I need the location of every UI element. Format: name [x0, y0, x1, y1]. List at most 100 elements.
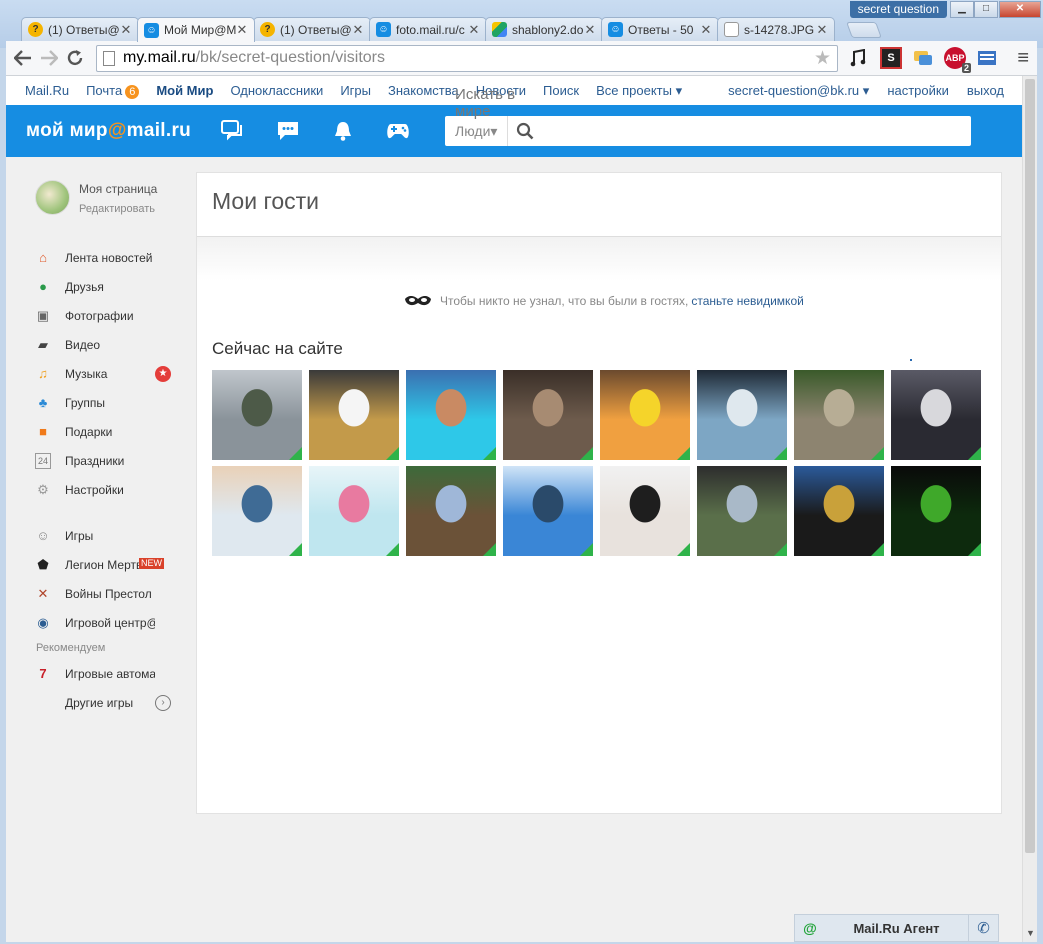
tab-close-icon[interactable]: ✕ — [468, 22, 480, 38]
visitor-photo[interactable] — [891, 370, 981, 460]
browser-tab[interactable]: ☺ Ответы - 50 ✕ — [601, 17, 719, 41]
scrollbar-thumb[interactable] — [1025, 79, 1035, 853]
portal-link-all-projects[interactable]: Все проекты ▾ — [596, 83, 682, 99]
visitor-photo[interactable] — [697, 466, 787, 556]
moimir-logo[interactable]: мой мир@mail.ru — [26, 120, 191, 142]
visitor-photo[interactable] — [309, 466, 399, 556]
sidebar-item-settings[interactable]: ⚙ Настройки — [35, 475, 185, 504]
browser-tab-active[interactable]: ☺ Мой Мир@M ✕ — [137, 17, 255, 42]
back-button[interactable] — [10, 45, 36, 71]
portal-link-dating[interactable]: Знакомства — [388, 83, 459, 98]
visitor-photo[interactable] — [891, 466, 981, 556]
visitor-photo[interactable] — [503, 370, 593, 460]
visitor-photo[interactable] — [309, 370, 399, 460]
visitor-photo[interactable] — [406, 466, 496, 556]
new-tab-button[interactable] — [846, 22, 882, 38]
tab-close-icon[interactable]: ✕ — [352, 22, 364, 38]
user-email-menu[interactable]: secret-question@bk.ru ▾ — [728, 83, 869, 99]
tab-close-icon[interactable]: ✕ — [236, 22, 248, 38]
visitor-photo[interactable] — [212, 370, 302, 460]
tab-close-icon[interactable]: ✕ — [816, 22, 828, 38]
sidebar-item-friends[interactable]: ● Друзья — [35, 272, 185, 301]
gamepad-icon[interactable] — [385, 118, 411, 144]
browser-menu-icon[interactable]: ≡ — [1017, 47, 1029, 70]
browser-tab[interactable]: s-14278.JPG ✕ — [717, 17, 835, 41]
chevron-right-icon: › — [155, 695, 171, 711]
browser-tab[interactable]: ? (1) Ответы@ ✕ — [21, 17, 139, 41]
reload-icon — [67, 50, 83, 66]
sidebar-item-gifts[interactable]: ■ Подарки — [35, 417, 185, 446]
visitor-photo[interactable] — [406, 370, 496, 460]
profile-button[interactable]: secret question — [849, 1, 947, 18]
portal-link-mailru[interactable]: Mail.Ru — [25, 83, 69, 98]
search-input[interactable]: Искать в мире — [455, 86, 545, 176]
sidebar-item-music[interactable]: ♫ Музыка ★ — [35, 359, 185, 388]
browser-tab[interactable]: shablony2.do ✕ — [485, 17, 603, 41]
sidebar-item-photos[interactable]: ▣ Фотографии — [35, 301, 185, 330]
visitor-photo[interactable] — [600, 466, 690, 556]
sidebar-item-video[interactable]: ▰ Видео — [35, 330, 185, 359]
reload-button[interactable] — [62, 45, 88, 71]
my-profile[interactable]: Моя страница Редактировать — [35, 180, 157, 215]
sidebar-item-game-center[interactable]: ◉ Игровой центр@ — [35, 608, 185, 637]
page-scrollbar[interactable]: ▼ — [1022, 76, 1037, 942]
sidebar-item-holidays[interactable]: 24 Праздники — [35, 446, 185, 475]
sidebar-item-legion[interactable]: ⬟ Легион Мертв NEW — [35, 550, 185, 579]
settings-link[interactable]: настройки — [887, 83, 949, 99]
s-extension-icon[interactable]: S — [880, 47, 902, 69]
notifications-bell-icon[interactable] — [330, 118, 356, 144]
search-box: Искать в мире Люди▾ — [445, 86, 972, 146]
minimize-button[interactable]: ▁ — [950, 1, 974, 18]
music-extension-icon[interactable] — [848, 47, 870, 69]
visitor-photo[interactable] — [794, 466, 884, 556]
phone-icon[interactable]: ✆ — [968, 915, 998, 941]
sidebar-item-slots[interactable]: 7 Игровые автома — [35, 659, 185, 688]
avatar[interactable] — [35, 180, 70, 215]
online-indicator-icon — [774, 543, 787, 556]
keyboard-extension-icon[interactable] — [976, 47, 998, 69]
moimir-icon: ☺ — [144, 22, 159, 38]
visitor-photo[interactable] — [503, 466, 593, 556]
invisibility-notice: Чтобы никто не узнал, что вы были в гост… — [403, 291, 804, 311]
online-indicator-icon — [871, 447, 884, 460]
logout-link[interactable]: выход — [967, 83, 1004, 99]
portal-link-moimir[interactable]: Мой Мир — [156, 83, 213, 98]
mailru-agent-bar[interactable]: @ Mail.Ru Агент ✆ — [794, 914, 999, 942]
visitors-card: Мои гости Чтобы никто не узнал, что вы б… — [196, 172, 1002, 814]
forward-button[interactable] — [36, 45, 62, 71]
slot-icon: 7 — [39, 666, 47, 681]
tab-close-icon[interactable]: ✕ — [700, 22, 712, 38]
portal-link-search[interactable]: Поиск — [543, 83, 579, 98]
portal-link-games[interactable]: Игры — [340, 83, 371, 98]
sidebar-item-other-games[interactable]: Другие игры › — [35, 688, 185, 717]
become-invisible-link[interactable]: станьте невидимкой — [691, 294, 803, 308]
adblock-icon[interactable]: ABP 2 — [944, 47, 971, 73]
portal-link-odnoklassniki[interactable]: Одноклассники — [230, 83, 323, 98]
browser-tab[interactable]: ☺ foto.mail.ru/c ✕ — [369, 17, 487, 41]
messages-icon[interactable] — [275, 118, 301, 144]
close-window-button[interactable]: ✕ — [999, 1, 1041, 18]
dialogs-icon[interactable] — [220, 118, 246, 144]
visitor-photo[interactable] — [600, 370, 690, 460]
translate-extension-icon[interactable] — [912, 47, 934, 69]
visitor-photo[interactable] — [212, 466, 302, 556]
visitor-photo[interactable] — [794, 370, 884, 460]
maximize-button[interactable]: □ — [974, 1, 998, 18]
sidebar-item-groups[interactable]: ♣ Группы — [35, 388, 185, 417]
sidebar-item-thrones[interactable]: ✕ Войны Престол — [35, 579, 185, 608]
tab-close-icon[interactable]: ✕ — [584, 22, 596, 38]
my-page-link[interactable]: Моя страница — [79, 182, 157, 196]
gift-icon: ■ — [39, 424, 47, 439]
visitor-photo[interactable] — [697, 370, 787, 460]
bookmark-star-icon[interactable]: ★ — [814, 47, 831, 70]
online-indicator-icon — [677, 447, 690, 460]
scroll-down-arrow-icon[interactable]: ▼ — [1026, 928, 1035, 938]
sidebar-item-games[interactable]: ☺ Игры — [35, 521, 185, 550]
mask-icon — [405, 295, 431, 306]
sidebar-item-feed[interactable]: ⌂ Лента новостей — [35, 243, 185, 272]
browser-tab[interactable]: ? (1) Ответы@ ✕ — [253, 17, 371, 41]
address-bar[interactable]: my.mail.ru/bk/secret-question/visitors ★ — [96, 44, 838, 72]
edit-profile-link[interactable]: Редактировать — [79, 203, 157, 215]
tab-close-icon[interactable]: ✕ — [120, 22, 132, 38]
portal-link-mail[interactable]: Почта 6 — [86, 83, 140, 99]
